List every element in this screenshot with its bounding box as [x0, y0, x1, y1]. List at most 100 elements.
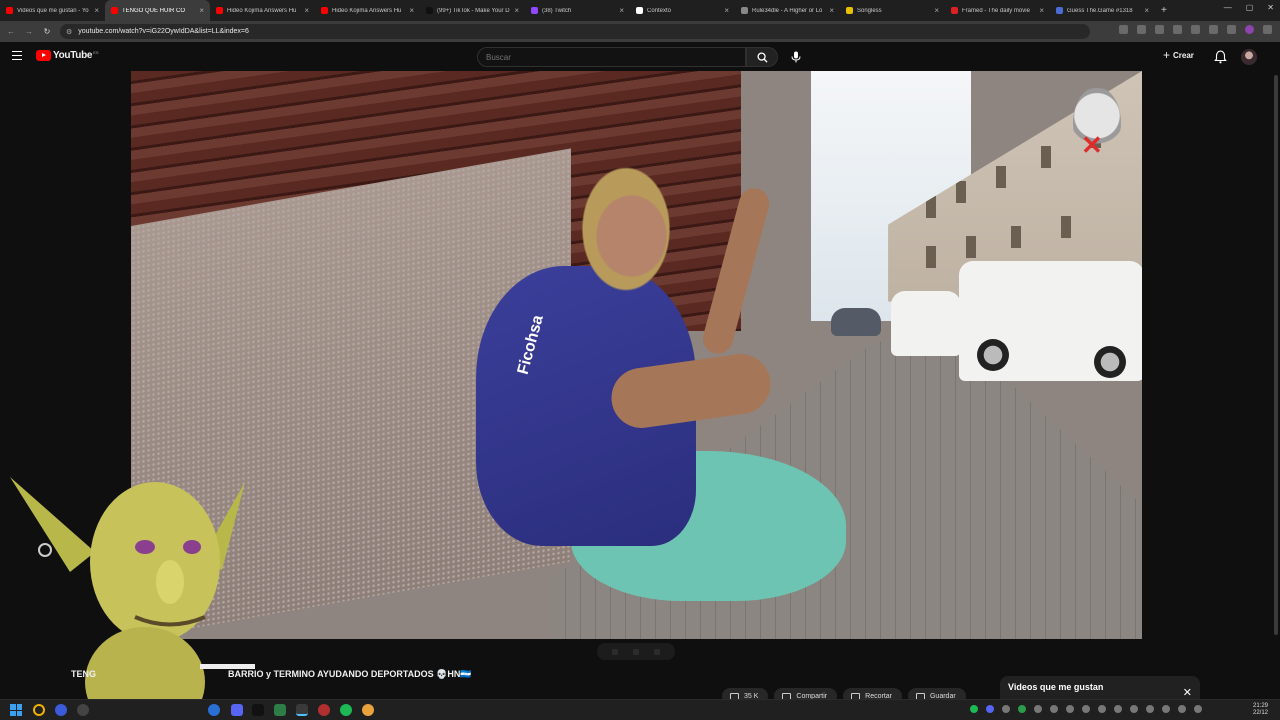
notifications-bell-icon[interactable]: [1214, 50, 1227, 64]
search-button[interactable]: [746, 47, 778, 67]
tab-favicon-icon: [741, 7, 748, 14]
tab-favicon-icon: [111, 7, 118, 14]
site-info-icon[interactable]: ⚙: [66, 28, 72, 36]
back-icon[interactable]: ←: [2, 27, 20, 36]
app-icon[interactable]: [318, 704, 330, 716]
maximize-icon[interactable]: ▢: [1246, 3, 1254, 12]
page-scrollbar-thumb[interactable]: [1274, 75, 1278, 635]
search-icon[interactable]: [33, 704, 45, 716]
search-input[interactable]: [477, 47, 746, 67]
close-window-icon[interactable]: ✕: [1267, 3, 1274, 12]
extension-icon[interactable]: [1173, 25, 1182, 34]
browser-tab[interactable]: Songless ×: [840, 0, 945, 21]
tab-favicon-icon: [321, 7, 328, 14]
extensions-puzzle-icon[interactable]: [1191, 25, 1200, 34]
browser-tab[interactable]: Guess The.Game #1318 ×: [1050, 0, 1155, 21]
tab-title: Contexto: [647, 7, 672, 14]
browser-tab[interactable]: TENGO QUE HUIR CO ×: [105, 0, 210, 21]
user-avatar[interactable]: [1241, 49, 1257, 65]
tray-icon[interactable]: [1130, 705, 1138, 713]
tiktok-icon[interactable]: [252, 704, 264, 716]
tab-favicon-icon: [531, 7, 538, 14]
tab-title: Hideo Kojima Answers Hu: [332, 7, 402, 14]
youtube-header: YouTube ES + Crear: [0, 42, 1280, 71]
app-icon[interactable]: [208, 704, 220, 716]
browser-tab[interactable]: (38) Twitch ×: [525, 0, 630, 21]
chrome-icon[interactable]: [362, 704, 374, 716]
tab-favicon-icon: [846, 7, 853, 14]
profile-icon[interactable]: [1245, 25, 1254, 34]
bookmark-star-icon[interactable]: [1137, 25, 1146, 34]
close-tab-icon[interactable]: ×: [409, 6, 414, 15]
tab-title: Rule34dle - A Higher or Lo: [752, 7, 823, 14]
tray-icon[interactable]: [1018, 705, 1026, 713]
tray-icon[interactable]: [1066, 705, 1074, 713]
volume-icon[interactable]: [1194, 705, 1202, 713]
tray-icon[interactable]: [1050, 705, 1058, 713]
close-tab-icon[interactable]: ×: [199, 6, 204, 15]
favorites-icon[interactable]: [1209, 25, 1218, 34]
tray-icon[interactable]: [1034, 705, 1042, 713]
install-app-icon[interactable]: [1119, 25, 1128, 34]
close-tab-icon[interactable]: ×: [1039, 6, 1044, 15]
extension-icon[interactable]: [1155, 25, 1164, 34]
voice-search-button[interactable]: [788, 49, 804, 65]
windows-start-icon[interactable]: [10, 704, 22, 716]
browser-tab[interactable]: Rule34dle - A Higher or Lo ×: [735, 0, 840, 21]
tray-icon[interactable]: [1082, 705, 1090, 713]
tray-icon[interactable]: [1098, 705, 1106, 713]
close-tab-icon[interactable]: ×: [1144, 6, 1149, 15]
app-icon[interactable]: [77, 704, 89, 716]
close-tab-icon[interactable]: ×: [724, 6, 729, 15]
logo-text: YouTube: [53, 50, 93, 61]
clock[interactable]: 21:29 22/12: [1253, 703, 1268, 717]
browser-tab[interactable]: Hideo Kojima Answers Hu ×: [315, 0, 420, 21]
browser-tab[interactable]: Contexto ×: [630, 0, 735, 21]
discord-icon[interactable]: [231, 704, 243, 716]
browser-tab[interactable]: (99+) TikTok - Make Your D ×: [420, 0, 525, 21]
youtube-logo[interactable]: YouTube ES: [36, 50, 99, 61]
forward-icon[interactable]: →: [20, 27, 38, 36]
spotify-tray-icon[interactable]: [970, 705, 978, 713]
discord-tray-icon[interactable]: [986, 705, 994, 713]
video-player[interactable]: Ficohsa ✕: [131, 71, 1142, 639]
url-bar[interactable]: ⚙ youtube.com/watch?v=iG22OywIdDA&list=L…: [60, 24, 1090, 39]
goblin-overlay-avatar: [10, 477, 255, 720]
close-tab-icon[interactable]: ×: [829, 6, 834, 15]
browser-tab[interactable]: Videos que me gustan - Yo ×: [0, 0, 105, 21]
playlist-title: Videos que me gustan: [1008, 682, 1104, 692]
reload-icon[interactable]: ↻: [38, 27, 56, 36]
close-tab-icon[interactable]: ×: [619, 6, 624, 15]
close-playlist-icon[interactable]: ✕: [1183, 686, 1192, 699]
app-icon[interactable]: [274, 704, 286, 716]
tray-icon[interactable]: [1002, 705, 1010, 713]
channel-watermark[interactable]: ✕: [1073, 87, 1121, 159]
close-tab-icon[interactable]: ×: [94, 6, 99, 15]
tab-favicon-icon: [216, 7, 223, 14]
tray-icon[interactable]: [1114, 705, 1122, 713]
tab-search-icon[interactable]: [1227, 25, 1236, 34]
browser-tab[interactable]: Framed - The daily movie ×: [945, 0, 1050, 21]
close-tab-icon[interactable]: ×: [514, 6, 519, 15]
create-button[interactable]: + Crear: [1163, 49, 1194, 61]
minimize-icon[interactable]: —: [1224, 3, 1232, 12]
wifi-icon[interactable]: [1178, 705, 1186, 713]
spotify-icon[interactable]: [340, 704, 352, 716]
chrome-icon[interactable]: [296, 704, 308, 716]
menu-icon[interactable]: [12, 51, 22, 60]
close-tab-icon[interactable]: ×: [934, 6, 939, 15]
tab-title: Framed - The daily movie: [962, 7, 1030, 14]
tray-icon[interactable]: [1162, 705, 1170, 713]
close-tab-icon[interactable]: ×: [304, 6, 309, 15]
tab-favicon-icon: [6, 7, 13, 14]
tab-title: Songless: [857, 7, 882, 14]
video-car: [891, 291, 961, 356]
youtube-play-icon: [36, 50, 51, 61]
browser-tab[interactable]: Hideo Kojima Answers Hu ×: [210, 0, 315, 21]
address-toolbar: ← → ↻ ⚙ youtube.com/watch?v=iG22OywIdDA&…: [0, 21, 1280, 42]
player-miniplayer-controls[interactable]: [597, 643, 675, 660]
tray-icon[interactable]: [1146, 705, 1154, 713]
browser-menu-icon[interactable]: [1263, 25, 1272, 34]
app-icon[interactable]: [55, 704, 67, 716]
new-tab-button[interactable]: +: [1161, 5, 1167, 16]
